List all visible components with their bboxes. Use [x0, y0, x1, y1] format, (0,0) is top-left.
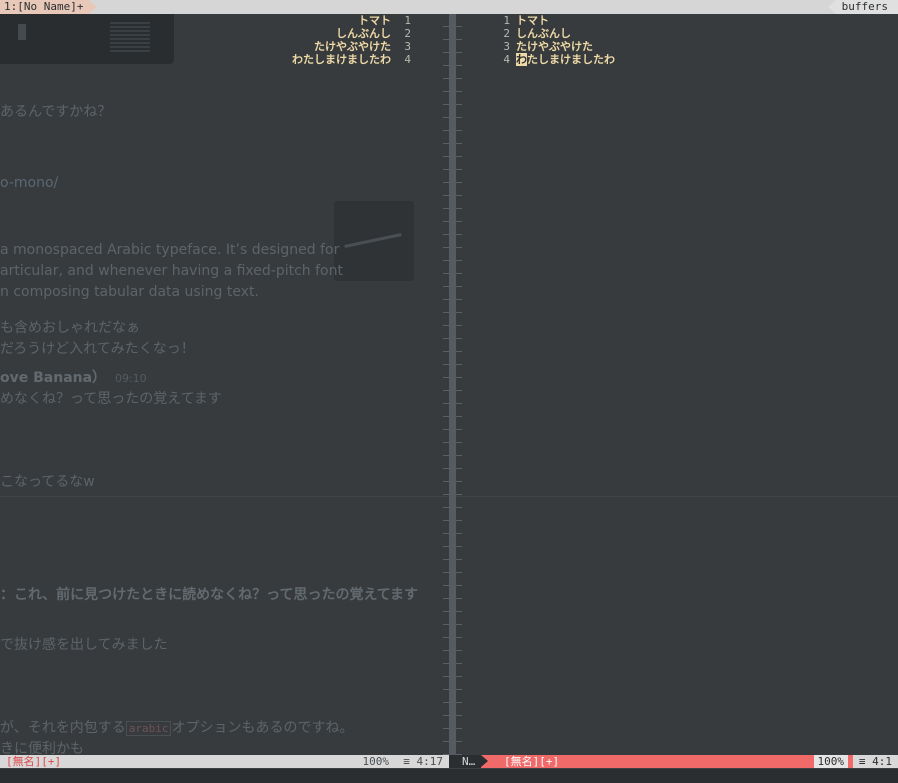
text-cursor: わ — [516, 53, 527, 66]
buffer-line: しんぶんし 2 — [336, 27, 411, 40]
buffer-line: 2 しんぶんし — [503, 27, 571, 40]
chat-line: も含めおしゃれだなぁ — [0, 320, 140, 336]
cursor-position: ≡ 4:17 — [403, 755, 443, 768]
left-window[interactable]: あるんですかね？ o-mono/ a monospaced Arabic typ… — [0, 14, 449, 755]
chat-preview-image — [334, 201, 414, 281]
chat-thumbnail — [0, 14, 174, 64]
right-buffer-text[interactable]: 1 トマト 2 しんぶんし 3 たけやぶやけた 4 わたしまけましたわ — [496, 14, 615, 66]
right-window[interactable]: 1 トマト 2 しんぶんし 3 たけやぶやけた 4 わたしまけましたわ — [456, 14, 898, 755]
tabline: 1:[No Name]+ buffers — [0, 0, 898, 14]
background-chat: あるんですかね？ o-mono/ a monospaced Arabic typ… — [0, 14, 449, 755]
chat-line: あるんですかね？ — [0, 104, 112, 120]
buffer-line: 1 トマト — [503, 14, 549, 27]
right-separator — [456, 496, 898, 497]
right-scroll-ticks — [456, 14, 462, 755]
buffer-line: 4 わたしまけましたわ — [503, 53, 615, 66]
chat-link: o-mono/ — [0, 175, 59, 191]
chat-line: めなくね？って思ったの覚えてます — [0, 391, 222, 407]
buffer-line: トマト 1 — [358, 14, 411, 27]
chat-line: ：これ、前に見つけたときに読めなくね？って思ったの覚えてます — [0, 587, 419, 603]
right-statusline: N… [無名][+] 100% ≡ 4:1 — [456, 755, 898, 768]
left-buffer-text[interactable]: トマト 1 しんぶんし 2 たけやぶやけた 3 わたしまけましたわ 4 — [292, 14, 411, 66]
chat-code: arabic — [125, 721, 172, 736]
chat-line: きに便利かも — [0, 741, 84, 755]
chat-line: が、それを内包する arabic オプションもあるのですね。 — [0, 717, 353, 737]
vertical-split-bar[interactable] — [449, 14, 456, 755]
tab-active[interactable]: 1:[No Name]+ — [0, 0, 99, 14]
chat-author-line: ove Banana） 09:10 — [0, 367, 147, 387]
buffer-name-modified: [無名][+] — [6, 755, 62, 768]
chat-time: 09:10 — [114, 372, 147, 385]
mode-indicator: N… — [456, 755, 489, 768]
chat-line: articular, and whenever having a fixed-p… — [0, 263, 343, 279]
buffer-line: わたしまけましたわ 4 — [292, 53, 411, 66]
chat-line: だろうけど入れてみたくなっ！ — [0, 341, 195, 357]
chat-text: オプションもあるのですね。 — [171, 720, 354, 736]
buffer-line: たけやぶやけた 3 — [314, 40, 411, 53]
scroll-percent: 100% — [813, 755, 848, 768]
chat-author: ove Banana） — [0, 370, 107, 386]
buffer-name-modified: [無名][+] — [504, 755, 560, 768]
chat-line: で抜け感を出してみました — [0, 637, 168, 653]
chat-line: n composing tabular data using text. — [0, 284, 259, 300]
buffer-line: 3 たけやぶやけた — [503, 40, 593, 53]
command-line[interactable] — [0, 768, 898, 783]
chat-line: こなってるなw — [0, 474, 95, 490]
left-statusline: [無名][+] 100% ≡ 4:17 — [0, 755, 449, 768]
buffers-label[interactable]: buffers — [827, 0, 898, 14]
cursor-position: ≡ 4:1 — [852, 755, 898, 768]
chat-separator — [0, 496, 449, 497]
chat-text: が、それを内包する — [0, 720, 126, 736]
scroll-percent: 100% — [362, 755, 390, 768]
chat-line: a monospaced Arabic typeface. It’s desig… — [0, 242, 340, 258]
